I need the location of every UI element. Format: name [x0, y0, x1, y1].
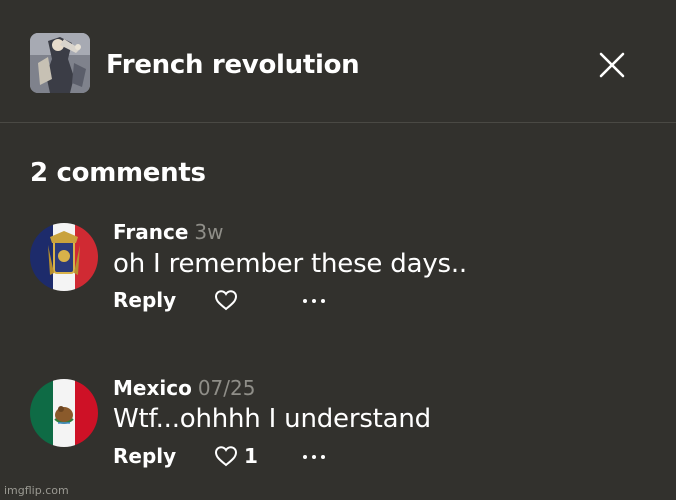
modal-header: French revolution — [0, 0, 676, 123]
comment-text: oh I remember these days.. — [113, 249, 467, 279]
comments-count: 2 comments — [30, 158, 206, 188]
heart-icon — [214, 446, 238, 467]
comment-actions: Reply — [113, 285, 413, 315]
reply-button[interactable]: Reply — [113, 441, 176, 471]
like-count: 1 — [244, 444, 258, 468]
close-icon[interactable] — [598, 51, 626, 79]
comment-author[interactable]: France — [113, 220, 188, 244]
watermark: imgflip.com — [4, 484, 69, 497]
like-button[interactable] — [214, 288, 244, 312]
comment-meta: France 3w — [113, 219, 224, 245]
mexico-flag-avatar[interactable] — [30, 379, 98, 447]
like-button[interactable]: 1 — [214, 444, 258, 468]
comment-author[interactable]: Mexico — [113, 376, 192, 400]
post-title: French revolution — [106, 50, 360, 80]
more-options-icon[interactable] — [301, 293, 327, 307]
reply-button[interactable]: Reply — [113, 285, 176, 315]
comment-time: 3w — [194, 220, 224, 244]
comment-actions: Reply 1 — [113, 441, 413, 471]
post-thumbnail[interactable] — [30, 33, 90, 93]
france-flag-avatar[interactable] — [30, 223, 98, 291]
more-options-icon[interactable] — [301, 449, 327, 463]
comment-time: 07/25 — [197, 376, 256, 400]
comment-text: Wtf...ohhhh I understand — [113, 404, 431, 434]
comment-meta: Mexico 07/25 — [113, 375, 255, 401]
heart-icon — [214, 290, 238, 311]
